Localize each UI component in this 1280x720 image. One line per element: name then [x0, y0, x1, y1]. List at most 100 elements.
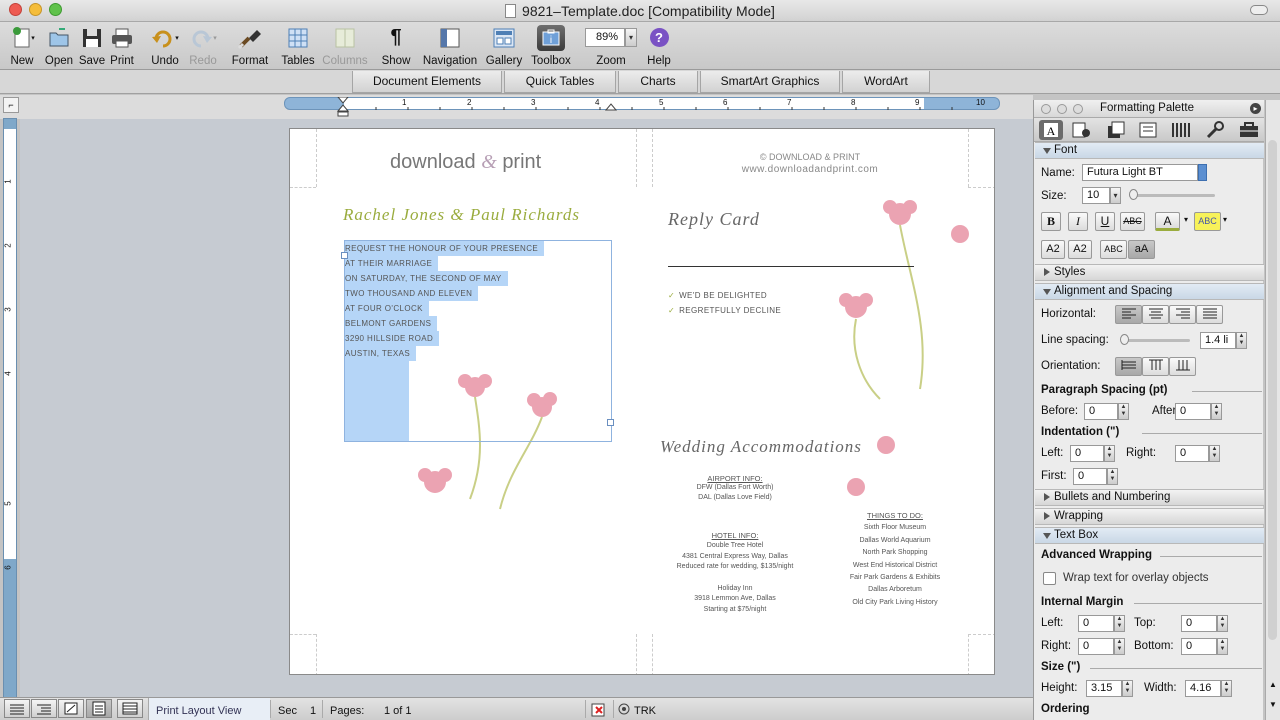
line-spacing-field[interactable]: 1.4 li: [1200, 332, 1236, 349]
font-color-dropdown-icon[interactable]: ▾: [1184, 215, 1188, 224]
undo-dropdown-arrow-icon[interactable]: ▾: [175, 34, 179, 42]
track-changes-icon[interactable]: [618, 703, 630, 715]
outline-view-button[interactable]: [31, 699, 57, 718]
wrapping-section-header[interactable]: Wrapping: [1035, 508, 1264, 525]
all-caps-button[interactable]: aA: [1128, 240, 1155, 259]
format-button[interactable]: Format: [228, 24, 272, 70]
height-stepper-icon[interactable]: ▲ ▼: [1122, 680, 1133, 697]
spelling-status-icon[interactable]: [590, 702, 608, 718]
font-size-field[interactable]: 10: [1082, 187, 1110, 204]
redo-dropdown-arrow-icon[interactable]: ▾: [213, 34, 217, 42]
scrollbar-thumb[interactable]: [1268, 140, 1277, 640]
indent-right-stepper-icon[interactable]: ▲ ▼: [1209, 445, 1220, 462]
bullets-section-header[interactable]: Bullets and Numbering: [1035, 489, 1264, 506]
subscript-button[interactable]: A2: [1068, 240, 1092, 259]
reference-tools-icon[interactable]: [1171, 121, 1191, 139]
text-box-handle[interactable]: [341, 252, 348, 259]
tab-charts[interactable]: Charts: [618, 71, 698, 93]
highlight-button[interactable]: ABC: [1194, 212, 1221, 231]
palette-minimize-button[interactable]: [1057, 104, 1067, 114]
width-field[interactable]: 4.16: [1185, 680, 1221, 697]
text-box-handle[interactable]: [607, 419, 614, 426]
margin-top-stepper-icon[interactable]: ▲ ▼: [1217, 615, 1228, 632]
margin-left-stepper-icon[interactable]: ▲ ▼: [1114, 615, 1125, 632]
new-dropdown-arrow-icon[interactable]: ▾: [31, 34, 35, 42]
palette-options-icon[interactable]: ▸: [1250, 103, 1261, 114]
indent-marker-icon[interactable]: [337, 97, 349, 117]
superscript-button[interactable]: A2: [1041, 240, 1065, 259]
gallery-button[interactable]: Gallery: [484, 24, 524, 70]
tab-quick-tables[interactable]: Quick Tables: [504, 71, 616, 93]
document-page[interactable]: download & print Rachel Jones & Paul Ric…: [289, 128, 995, 675]
tab-stop-selector-icon[interactable]: ⌐: [3, 97, 19, 113]
open-button[interactable]: Open: [42, 24, 76, 70]
scrapbook-icon[interactable]: [1106, 121, 1126, 139]
margin-right-field[interactable]: 0: [1078, 638, 1114, 655]
width-stepper-icon[interactable]: ▲ ▼: [1221, 680, 1232, 697]
underline-button[interactable]: U: [1095, 212, 1115, 231]
orientation-up-button[interactable]: [1169, 357, 1196, 376]
citations-icon[interactable]: [1138, 121, 1158, 139]
right-indent-marker-icon[interactable]: [605, 101, 617, 111]
font-color-button[interactable]: A: [1155, 212, 1180, 231]
font-size-slider[interactable]: [1129, 194, 1215, 197]
publishing-view-button[interactable]: [58, 699, 84, 718]
horizontal-ruler[interactable]: 1 2 3 4 5 6 7 8 9 10: [284, 97, 1000, 110]
save-button[interactable]: Save: [77, 24, 107, 70]
zoom-field[interactable]: 89%: [585, 28, 625, 47]
vertical-ruler[interactable]: 1 2 3 4 5 6: [3, 118, 17, 698]
tab-smartart-graphics[interactable]: SmartArt Graphics: [700, 71, 840, 93]
palette-zoom-button[interactable]: [1073, 104, 1083, 114]
margin-right-stepper-icon[interactable]: ▲ ▼: [1114, 638, 1125, 655]
indent-right-field[interactable]: 0: [1175, 445, 1209, 462]
strikethrough-button[interactable]: ABC: [1120, 212, 1145, 231]
textbox-section-header[interactable]: Text Box: [1035, 527, 1264, 544]
after-field[interactable]: 0: [1175, 403, 1211, 420]
tables-button[interactable]: Tables: [280, 24, 316, 70]
selected-text-box[interactable]: REQUEST THE HONOUR OF YOUR PRESENCE AT TH…: [341, 240, 614, 442]
print-layout-view-button[interactable]: [86, 699, 112, 718]
object-palette-icon[interactable]: [1071, 121, 1091, 139]
italic-button[interactable]: I: [1068, 212, 1088, 231]
font-size-slider-thumb[interactable]: [1129, 189, 1138, 200]
font-section-header[interactable]: Font: [1035, 142, 1264, 159]
toolbar-toggle-button[interactable]: [1250, 5, 1268, 15]
orientation-down-button[interactable]: [1142, 357, 1169, 376]
toolbox-button[interactable]: i Toolbox: [528, 24, 574, 70]
before-stepper-icon[interactable]: ▲ ▼: [1118, 403, 1129, 420]
palette-close-button[interactable]: [1041, 104, 1051, 114]
navigation-button[interactable]: Navigation: [420, 24, 480, 70]
font-name-dropdown-icon[interactable]: [1198, 164, 1207, 181]
project-palette-icon[interactable]: [1238, 121, 1260, 139]
height-field[interactable]: 3.15: [1086, 680, 1122, 697]
indent-left-field[interactable]: 0: [1070, 445, 1104, 462]
margin-top-field[interactable]: 0: [1181, 615, 1217, 632]
line-spacing-slider[interactable]: [1122, 339, 1190, 342]
print-button[interactable]: Print: [107, 24, 137, 70]
justify-button[interactable]: [1196, 305, 1223, 324]
alignment-section-header[interactable]: Alignment and Spacing: [1035, 283, 1264, 300]
formatting-tab-icon[interactable]: A: [1039, 120, 1063, 140]
orientation-horizontal-button[interactable]: [1115, 357, 1142, 376]
tab-wordart[interactable]: WordArt: [842, 71, 930, 93]
compatibility-report-icon[interactable]: [1205, 121, 1225, 139]
track-changes-label[interactable]: TRK: [634, 705, 656, 717]
before-field[interactable]: 0: [1084, 403, 1118, 420]
small-caps-button[interactable]: ABC: [1100, 240, 1127, 259]
line-spacing-slider-thumb[interactable]: [1120, 334, 1129, 345]
zoom-dropdown-icon[interactable]: ▾: [625, 28, 637, 47]
columns-button[interactable]: Columns: [320, 24, 370, 70]
redo-button[interactable]: ▾ Redo: [185, 24, 221, 70]
align-left-button[interactable]: [1115, 305, 1142, 324]
indent-left-stepper-icon[interactable]: ▲ ▼: [1104, 445, 1115, 462]
align-right-button[interactable]: [1169, 305, 1196, 324]
notebook-view-button[interactable]: [117, 699, 143, 718]
show-button[interactable]: ¶ Show: [378, 24, 414, 70]
scroll-up-arrow-icon[interactable]: ▲: [1269, 680, 1277, 689]
align-center-button[interactable]: [1142, 305, 1169, 324]
margin-left-field[interactable]: 0: [1078, 615, 1114, 632]
line-spacing-stepper-icon[interactable]: ▲ ▼: [1236, 332, 1247, 349]
font-name-field[interactable]: Futura Light BT: [1082, 164, 1198, 181]
highlight-dropdown-icon[interactable]: ▾: [1223, 215, 1227, 224]
vertical-scrollbar[interactable]: ▲ ▼: [1265, 100, 1280, 720]
